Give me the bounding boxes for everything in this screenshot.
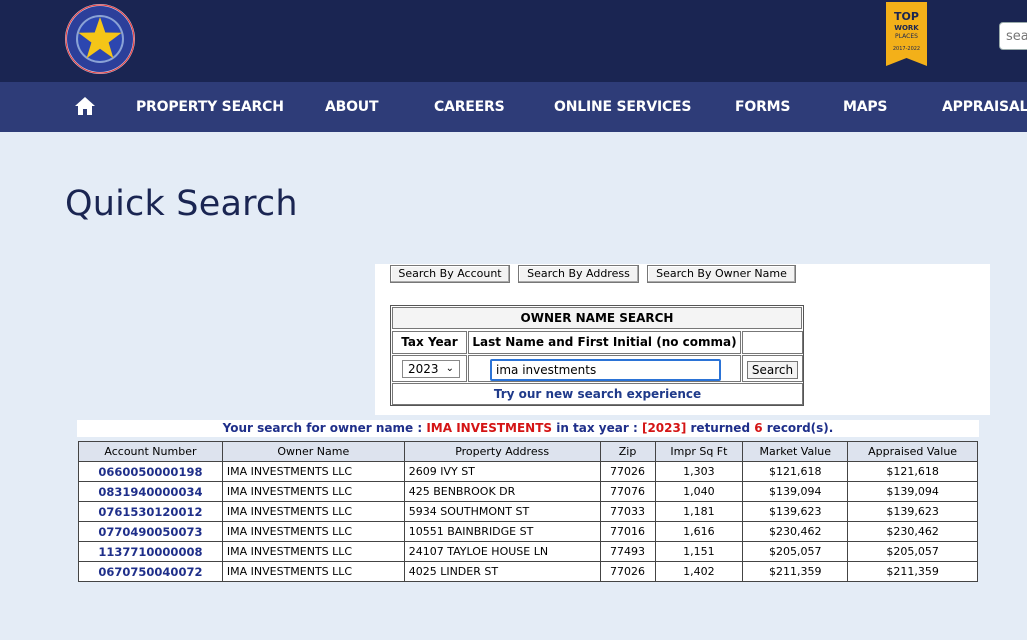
results-header-row: Account Number Owner Name Property Addre…	[78, 441, 978, 462]
owner-cell: IMA INVESTMENTS LLC	[221, 541, 405, 562]
sqft-cell: 1,040	[654, 481, 744, 502]
address-cell: 24107 TAYLOE HOUSE LN	[403, 541, 601, 562]
svg-text:WORK: WORK	[894, 24, 919, 32]
sqft-cell: 1,303	[654, 461, 744, 482]
address-cell: 4025 LINDER ST	[403, 561, 601, 582]
svg-text:2017-2022: 2017-2022	[893, 46, 920, 52]
col-market-value: Market Value	[742, 441, 849, 462]
results-table: Account Number Owner Name Property Addre…	[78, 441, 978, 582]
top-workplaces-badge: TOP WORK PLACES 2017-2022	[886, 2, 927, 66]
appraised-value-cell: $139,094	[847, 481, 978, 502]
appraised-value-cell: $230,462	[847, 521, 978, 542]
nav-careers[interactable]: CAREERS	[434, 82, 505, 132]
table-row: 0831940000034 IMA INVESTMENTS LLC 425 BE…	[78, 481, 978, 502]
search-by-account-button[interactable]: Search By Account	[390, 265, 510, 283]
col-owner-name: Owner Name	[221, 441, 405, 462]
market-value-cell: $139,094	[742, 481, 849, 502]
owner-name-input[interactable]: ima investments	[490, 359, 721, 381]
svg-text:PLACES: PLACES	[895, 33, 918, 40]
address-cell: 2609 IVY ST	[403, 461, 601, 482]
market-value-cell: $230,462	[742, 521, 849, 542]
nav-maps[interactable]: MAPS	[843, 82, 888, 132]
nav-property-search[interactable]: PROPERTY SEARCH	[136, 82, 284, 132]
home-icon[interactable]	[74, 96, 96, 116]
tax-year-cell: 2023 ⌄	[392, 355, 467, 382]
search-cell: Search	[742, 355, 803, 382]
tax-year-select[interactable]: 2023 ⌄	[402, 360, 460, 378]
hcad-seal-logo[interactable]	[64, 3, 136, 75]
owner-cell: IMA INVESTMENTS LLC	[221, 561, 405, 582]
appraised-value-cell: $121,618	[847, 461, 978, 482]
chevron-down-icon: ⌄	[445, 363, 454, 374]
account-link[interactable]: 0831940000034	[78, 481, 223, 502]
owner-name-search-form: OWNER NAME SEARCH Tax Year Last Name and…	[390, 305, 804, 406]
name-cell: ima investments	[468, 355, 741, 382]
search-button[interactable]: Search	[747, 361, 798, 379]
address-cell: 5934 SOUTHMONT ST	[403, 501, 601, 522]
account-link[interactable]: 0770490050073	[78, 521, 223, 542]
address-cell: 425 BENBROOK DR	[403, 481, 601, 502]
nav-online-services[interactable]: ONLINE SERVICES	[554, 82, 691, 132]
sqft-cell: 1,402	[654, 561, 744, 582]
account-link[interactable]: 0660050000198	[78, 461, 223, 482]
owner-search-title: OWNER NAME SEARCH	[392, 307, 802, 329]
table-row: 0670750040072 IMA INVESTMENTS LLC 4025 L…	[78, 561, 978, 582]
appraised-value-cell: $211,359	[847, 561, 978, 582]
owner-cell: IMA INVESTMENTS LLC	[221, 461, 405, 482]
zip-cell: 77033	[599, 501, 656, 522]
table-row: 0660050000198 IMA INVESTMENTS LLC 2609 I…	[78, 461, 978, 482]
market-value-cell: $211,359	[742, 561, 849, 582]
blank-header	[742, 331, 803, 354]
table-row: 1137710000008 IMA INVESTMENTS LLC 24107 …	[78, 541, 978, 562]
address-cell: 10551 BAINBRIDGE ST	[403, 521, 601, 542]
svg-text:TOP: TOP	[894, 10, 919, 23]
nav-appraisal[interactable]: APPRAISAL	[942, 82, 1027, 132]
site-search-input[interactable]	[999, 22, 1027, 50]
sqft-cell: 1,151	[654, 541, 744, 562]
main-nav: PROPERTY SEARCH ABOUT CAREERS ONLINE SER…	[0, 82, 1027, 132]
account-link[interactable]: 0761530120012	[78, 501, 223, 522]
zip-cell: 77026	[599, 461, 656, 482]
tax-year-header: Tax Year	[392, 331, 467, 354]
results-summary: Your search for owner name : IMA INVESTM…	[222, 421, 834, 435]
owner-cell: IMA INVESTMENTS LLC	[221, 521, 405, 542]
market-value-cell: $139,623	[742, 501, 849, 522]
owner-cell: IMA INVESTMENTS LLC	[221, 501, 405, 522]
col-account-number: Account Number	[78, 441, 223, 462]
search-by-owner-button[interactable]: Search By Owner Name	[647, 265, 796, 283]
nav-forms[interactable]: FORMS	[735, 82, 790, 132]
zip-cell: 77076	[599, 481, 656, 502]
market-value-cell: $205,057	[742, 541, 849, 562]
account-link[interactable]: 1137710000008	[78, 541, 223, 562]
name-header: Last Name and First Initial (no comma)	[468, 331, 741, 354]
sqft-cell: 1,616	[654, 521, 744, 542]
table-row: 0770490050073 IMA INVESTMENTS LLC 10551 …	[78, 521, 978, 542]
nav-about[interactable]: ABOUT	[325, 82, 379, 132]
search-by-address-button[interactable]: Search By Address	[518, 265, 639, 283]
zip-cell: 77016	[599, 521, 656, 542]
zip-cell: 77026	[599, 561, 656, 582]
col-impr-sq-ft: Impr Sq Ft	[654, 441, 744, 462]
owner-cell: IMA INVESTMENTS LLC	[221, 481, 405, 502]
appraised-value-cell: $139,623	[847, 501, 978, 522]
table-row: 0761530120012 IMA INVESTMENTS LLC 5934 S…	[78, 501, 978, 522]
zip-cell: 77493	[599, 541, 656, 562]
page-title: Quick Search	[65, 184, 298, 224]
new-search-experience-link[interactable]: Try our new search experience	[392, 383, 803, 405]
market-value-cell: $121,618	[742, 461, 849, 482]
account-link[interactable]: 0670750040072	[78, 561, 223, 582]
sqft-cell: 1,181	[654, 501, 744, 522]
col-appraised-value: Appraised Value	[847, 441, 978, 462]
site-header: TOP WORK PLACES 2017-2022	[0, 0, 1027, 82]
col-property-address: Property Address	[403, 441, 601, 462]
appraised-value-cell: $205,057	[847, 541, 978, 562]
col-zip: Zip	[599, 441, 656, 462]
